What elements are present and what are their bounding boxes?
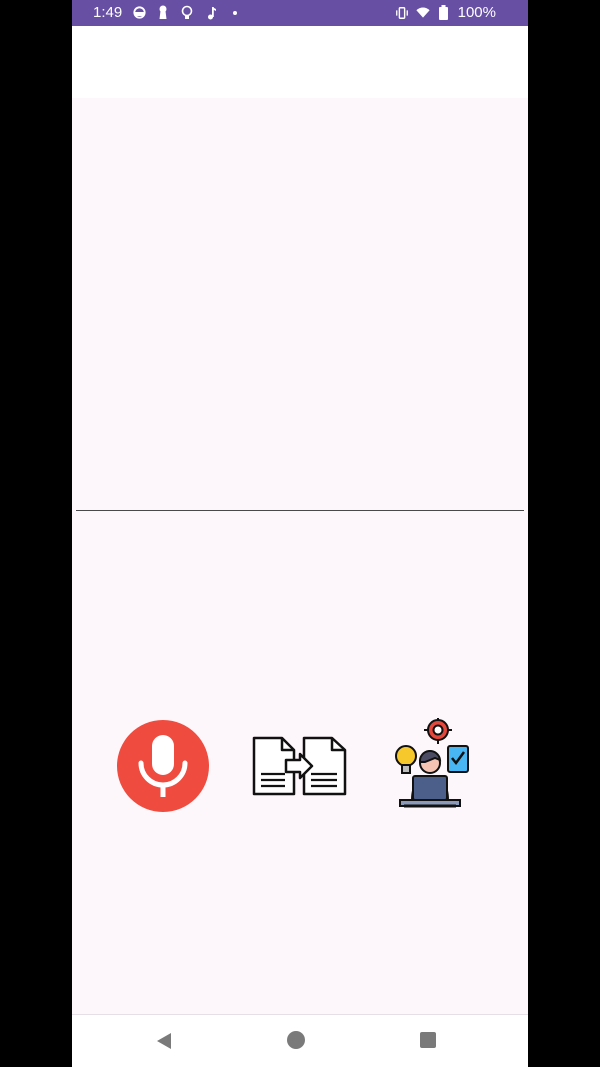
main-content: [72, 98, 528, 1014]
recent-apps-icon: [420, 1032, 436, 1048]
nav-home-button[interactable]: [286, 1030, 306, 1050]
battery-percent: 100%: [457, 4, 496, 21]
home-icon: [287, 1031, 305, 1049]
phone-screen: 1:49 100%: [72, 0, 528, 1067]
status-left: 1:49: [93, 4, 242, 21]
divider: [76, 510, 524, 511]
keyhole-icon: [156, 5, 170, 21]
nav-back-button[interactable]: [154, 1031, 174, 1051]
vibrate-icon: [395, 5, 409, 21]
app-toolbar: [72, 26, 528, 98]
navigation-bar: [72, 1014, 528, 1067]
status-bar: 1:49 100%: [72, 0, 528, 26]
microphone-icon: [138, 735, 188, 797]
convert-document-button[interactable]: [252, 736, 348, 798]
developer-button[interactable]: [390, 718, 470, 814]
developer-laptop-icon: [395, 718, 469, 808]
lightbulb-icon: [180, 5, 194, 21]
music-note-icon: [204, 5, 218, 21]
status-right: 100%: [395, 4, 496, 21]
circle-status-icon: [132, 5, 146, 21]
nav-recent-button[interactable]: [419, 1031, 437, 1049]
action-row: [72, 718, 528, 818]
document-convert-icon: [252, 736, 347, 796]
status-time: 1:49: [93, 4, 123, 21]
wifi-icon: [416, 5, 430, 21]
back-icon: [157, 1033, 171, 1049]
microphone-button[interactable]: [117, 720, 209, 812]
battery-icon: [437, 5, 451, 21]
dot-icon: [228, 5, 242, 21]
